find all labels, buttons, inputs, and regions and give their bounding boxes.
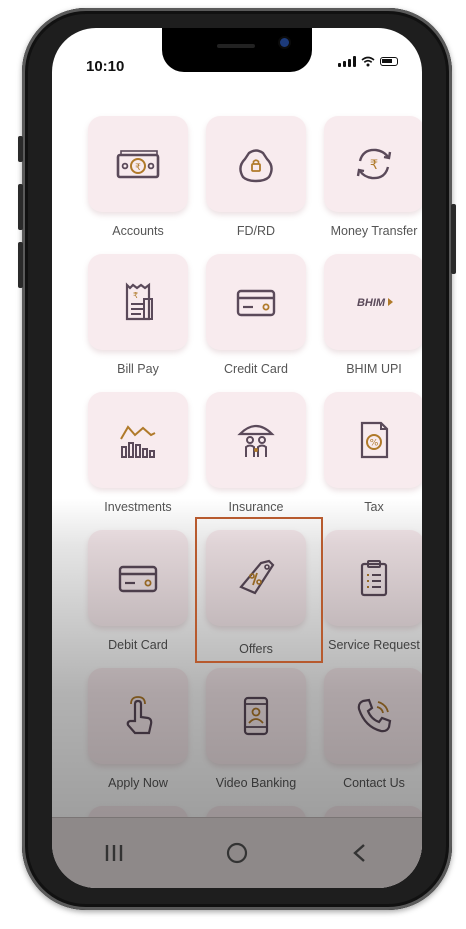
rupee-transfer-icon: ₹ (356, 148, 392, 180)
signal-icon (338, 56, 356, 67)
bhim-logo: BHIM (357, 297, 393, 309)
tile-label: Investments (104, 500, 172, 514)
tile-video-banking[interactable]: Video Banking (204, 668, 308, 790)
tile-apply-now[interactable]: Apply Now (86, 668, 190, 790)
tile-label: Tax (364, 500, 384, 514)
svg-text:₹: ₹ (135, 163, 141, 173)
phone-screen: 10:10 ₹ Accounts FD/RD ₹ Money Transfer … (52, 28, 422, 888)
home-button[interactable] (207, 833, 267, 873)
debit-card-icon (118, 565, 158, 593)
tile-contact-us[interactable]: Contact Us (322, 668, 422, 790)
offers-highlight-box (195, 517, 323, 663)
money-bag-icon (239, 149, 273, 183)
battery-icon (380, 57, 398, 66)
status-time: 10:10 (86, 58, 125, 75)
recent-apps-icon (105, 845, 122, 861)
tile-label: Accounts (112, 224, 164, 238)
notch (162, 28, 312, 72)
tile-debit-card[interactable]: Debit Card (86, 530, 190, 652)
android-nav-bar (52, 817, 422, 888)
power-button (451, 204, 456, 274)
tap-hand-icon (126, 696, 153, 735)
phone-call-icon (357, 698, 392, 733)
tile-credit-card[interactable]: Credit Card (204, 254, 308, 376)
speaker (217, 44, 255, 48)
front-camera (280, 38, 289, 47)
tile-investments[interactable]: Investments (86, 392, 190, 514)
volume-down-button (18, 242, 23, 288)
tile-money-transfer[interactable]: ₹ Money Transfer (322, 116, 422, 238)
tile-label: Insurance (228, 500, 284, 514)
credit-card-icon (236, 289, 276, 317)
tile-insurance[interactable]: Insurance (204, 392, 308, 514)
tile-accounts[interactable]: ₹ Accounts (86, 116, 190, 238)
tile-tax[interactable]: % Tax (322, 392, 422, 514)
receipt-icon: ₹ (125, 282, 153, 321)
recent-apps-button[interactable] (84, 833, 144, 873)
volume-up-button (18, 184, 23, 230)
tile-label: Video Banking (215, 776, 297, 790)
tile-label: Contact Us (343, 776, 405, 790)
tile-label: Service Request (328, 638, 420, 652)
tile-label: Money Transfer (330, 224, 418, 238)
svg-text:BHIM: BHIM (357, 297, 386, 309)
tile-label: Apply Now (108, 776, 168, 790)
tile-label: FD/RD (236, 224, 276, 238)
back-chevron-icon (353, 844, 366, 862)
tile-bhim-upi[interactable]: BHIM BHIM UPI (322, 254, 422, 376)
svg-text:%: % (370, 439, 379, 449)
clipboard-icon (360, 560, 388, 597)
tile-label: BHIM UPI (346, 362, 402, 376)
video-phone-icon (243, 696, 269, 736)
back-button[interactable] (330, 833, 390, 873)
wifi-icon (361, 56, 375, 67)
tile-label: Debit Card (108, 638, 168, 652)
tile-bill-pay[interactable]: ₹ Bill Pay (86, 254, 190, 376)
tile-label: Bill Pay (117, 362, 159, 376)
svg-text:₹: ₹ (133, 291, 138, 300)
status-icons (338, 56, 398, 67)
svg-text:₹: ₹ (370, 158, 378, 173)
tile-label: Credit Card (224, 362, 288, 376)
tax-document-icon: % (360, 421, 389, 459)
money-icon: ₹ (116, 150, 160, 179)
silent-switch (18, 136, 23, 162)
home-circle-icon (226, 842, 248, 864)
umbrella-family-icon (237, 424, 275, 457)
tile-service-request[interactable]: Service Request (322, 530, 422, 652)
tile-fd-rd[interactable]: FD/RD (204, 116, 308, 238)
investment-chart-icon (120, 425, 156, 458)
